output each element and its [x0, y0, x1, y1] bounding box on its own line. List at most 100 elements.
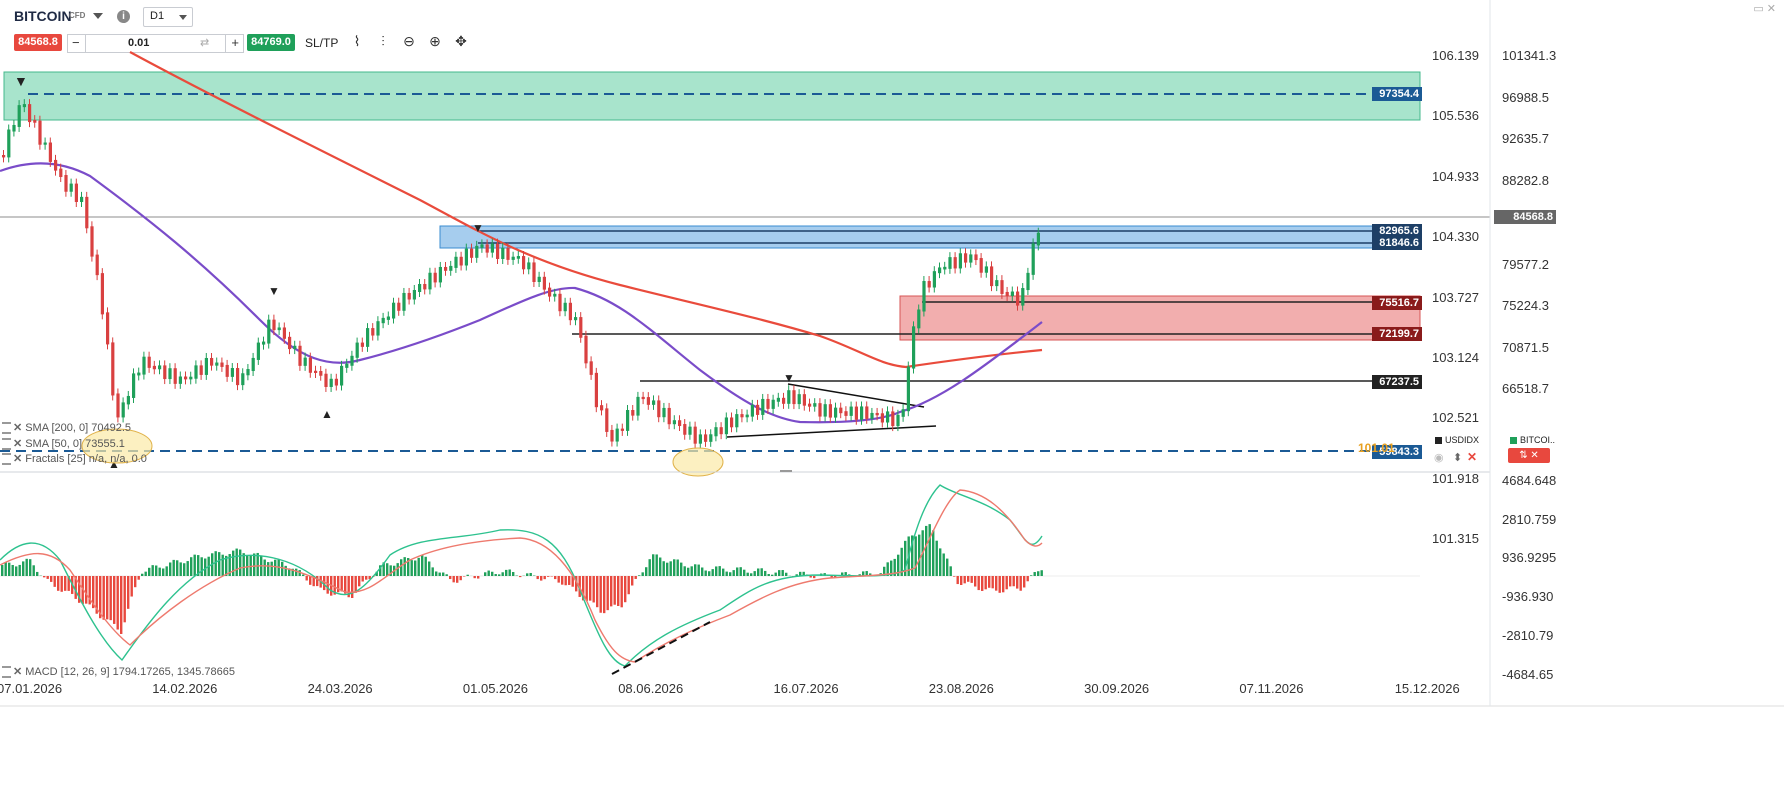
- candle-body: [360, 342, 364, 347]
- menu-icon: [2, 666, 11, 679]
- macd-bar: [1, 564, 4, 576]
- candle-body: [480, 244, 484, 248]
- macd-bar: [634, 576, 637, 579]
- macd-bar: [935, 540, 938, 576]
- remove-icon[interactable]: ✕: [1467, 450, 1477, 464]
- candle-body: [610, 429, 614, 442]
- candle-body: [641, 396, 645, 400]
- date-tick: 07.01.2026: [0, 681, 63, 696]
- macd-bar: [967, 576, 970, 582]
- macd-bar: [750, 573, 753, 576]
- price-tick-left: 102.521: [1432, 410, 1479, 426]
- macd-bar: [127, 576, 130, 609]
- price-tick-left: 101.315: [1432, 531, 1479, 547]
- macd-bar: [141, 573, 144, 576]
- candle-body: [558, 293, 562, 312]
- candle-body: [194, 365, 198, 379]
- candle-body: [184, 376, 188, 380]
- eye-icon[interactable]: ◉: [1434, 451, 1444, 464]
- candle-body: [584, 335, 588, 364]
- macd-bar: [925, 525, 928, 576]
- macd-bar: [491, 571, 494, 576]
- macd-bar: [25, 558, 28, 576]
- candle-body: [267, 319, 271, 344]
- macd-bar: [771, 574, 774, 576]
- candle-body: [345, 363, 349, 368]
- indicator-fractals[interactable]: ✕ Fractals [25] n/a, n/a, 0.0: [2, 452, 147, 466]
- macd-bar: [365, 576, 368, 580]
- macd-bar: [172, 559, 175, 576]
- macd-bar: [939, 548, 942, 576]
- candle-body: [100, 273, 104, 315]
- candle-body: [771, 399, 775, 409]
- macd-bar: [151, 565, 154, 576]
- candle-body: [917, 309, 921, 329]
- macd-bar: [162, 568, 165, 576]
- candle-body: [672, 420, 676, 425]
- candle-body: [865, 406, 869, 419]
- close-icon: ✕: [13, 422, 23, 434]
- candlestick-series: [2, 99, 1040, 449]
- candle-body: [230, 368, 234, 377]
- macd-bar: [606, 576, 609, 611]
- indicator-macd[interactable]: ✕ MACD [12, 26, 9] 1794.17265, 1345.78665: [2, 665, 235, 679]
- bitcoin-badge[interactable]: BITCOI..: [1510, 435, 1555, 445]
- macd-bar: [1040, 570, 1043, 576]
- fractal-down-icon: ▼: [783, 371, 795, 385]
- candle-body: [693, 426, 697, 444]
- macd-bar: [988, 576, 991, 588]
- macd-bar: [757, 568, 760, 576]
- macd-bar: [974, 576, 977, 587]
- macd-bar: [351, 576, 354, 598]
- macd-bar: [519, 576, 522, 578]
- macd-bar: [263, 559, 266, 576]
- candle-body: [126, 395, 130, 405]
- move-updown-icon[interactable]: ⬍: [1453, 451, 1462, 464]
- candle-body: [776, 397, 780, 402]
- candle-body: [704, 434, 708, 442]
- macd-bar: [620, 576, 623, 608]
- macd-bar: [284, 565, 287, 576]
- indicator-sma200[interactable]: ✕ SMA [200, 0] 70492.5: [2, 421, 131, 435]
- macd-bar: [928, 524, 931, 576]
- bitcoin-controls[interactable]: ⇅ ✕: [1508, 448, 1550, 463]
- date-tick: 08.06.2026: [618, 681, 684, 696]
- candle-body: [355, 342, 359, 358]
- candle-body: [386, 316, 390, 320]
- macd-bar: [22, 561, 25, 576]
- macd-bar: [410, 560, 413, 576]
- macd-bar: [186, 561, 189, 576]
- candle-body: [938, 267, 942, 274]
- macd-bar: [232, 550, 235, 576]
- candle-body: [412, 290, 416, 300]
- candle-body: [579, 317, 583, 338]
- candle-body: [438, 266, 442, 283]
- macd-bar: [305, 576, 308, 581]
- candle-body: [589, 361, 593, 375]
- price-tick-right: 88282.8: [1502, 173, 1549, 188]
- macd-bar: [417, 557, 420, 576]
- candle-body: [709, 434, 713, 442]
- macd-bar: [221, 554, 224, 576]
- candle-body: [288, 336, 292, 350]
- candle-body: [984, 266, 988, 273]
- macd-bar: [963, 576, 966, 584]
- indicator-sma50[interactable]: ✕ SMA [50, 0] 73555.1: [2, 437, 125, 451]
- macd-bar: [596, 576, 599, 608]
- candle-body: [667, 407, 671, 425]
- macd-bar: [106, 576, 109, 620]
- macd-bar: [165, 566, 168, 576]
- macd-bar: [1009, 576, 1012, 587]
- macd-bar: [666, 562, 669, 576]
- macd-bar: [942, 553, 945, 576]
- candle-body: [334, 378, 338, 386]
- candle-body: [381, 317, 385, 324]
- candle-body: [620, 428, 624, 431]
- macd-bar: [655, 554, 658, 576]
- macd-bar: [613, 576, 616, 605]
- candle-body: [516, 256, 520, 259]
- usdidx-badge[interactable]: USDIDX: [1435, 435, 1479, 445]
- fractal-down-icon: ▼: [268, 284, 280, 298]
- macd-tick: 2810.759: [1502, 511, 1557, 527]
- price-chart[interactable]: ▼ ▼ ▼ ▼ ▲ ▲: [0, 0, 1784, 807]
